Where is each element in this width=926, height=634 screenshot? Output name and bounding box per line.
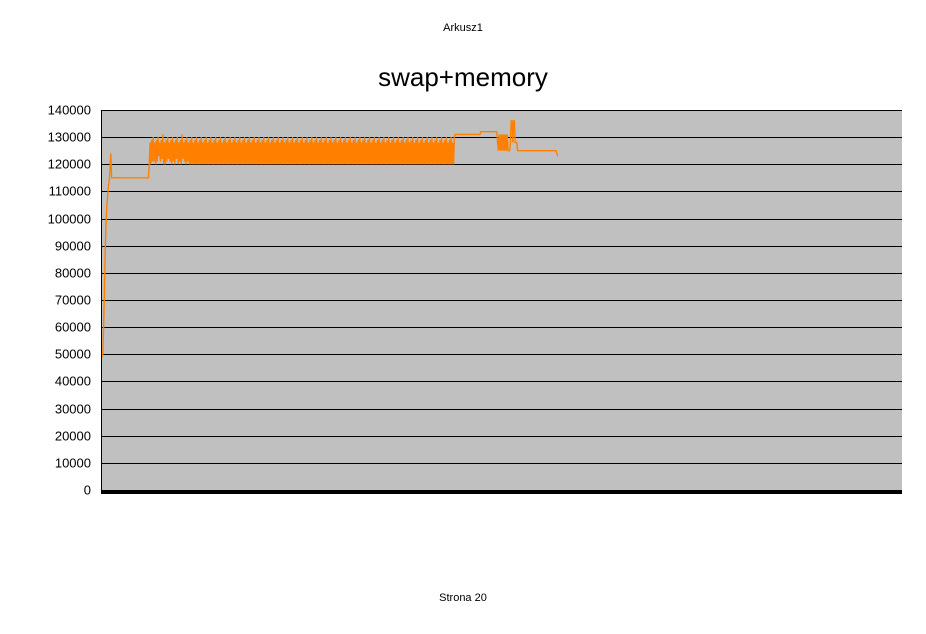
line-series	[102, 110, 902, 490]
y-tick-label: 80000	[35, 265, 91, 280]
y-tick-label: 100000	[35, 211, 91, 226]
y-tick-label: 110000	[35, 184, 91, 199]
chart: 0 10000 20000 30000 40000 50000 60000 70000 8000…	[35, 110, 905, 500]
y-tick-label: 40000	[35, 374, 91, 389]
plot-area	[101, 110, 902, 494]
sheet-name: Arkusz1	[0, 22, 926, 34]
y-tick-label: 50000	[35, 347, 91, 362]
y-tick-label: 140000	[35, 103, 91, 118]
y-tick-label: 0	[35, 483, 91, 498]
y-tick-label: 70000	[35, 293, 91, 308]
y-tick-label: 90000	[35, 238, 91, 253]
y-tick-label: 30000	[35, 401, 91, 416]
y-tick-label: 60000	[35, 320, 91, 335]
y-tick-label: 20000	[35, 428, 91, 443]
y-tick-label: 10000	[35, 455, 91, 470]
y-tick-label: 130000	[35, 130, 91, 145]
y-tick-label: 120000	[35, 157, 91, 172]
y-axis: 0100002000030000400005000060000700008000…	[35, 110, 99, 490]
page-footer: Strona 20	[0, 592, 926, 604]
chart-title: swap+memory	[0, 62, 926, 93]
